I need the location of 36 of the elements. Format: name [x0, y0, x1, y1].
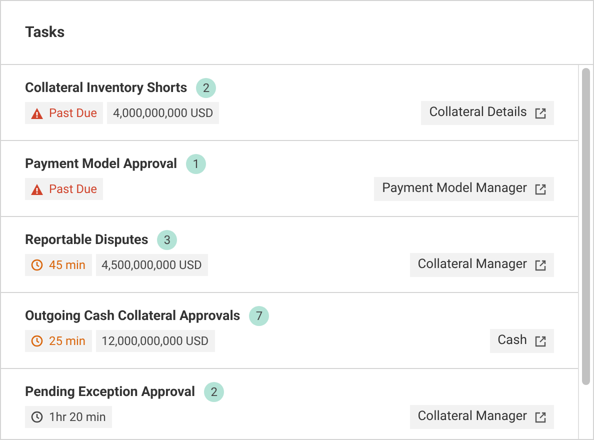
status-text: Past Due — [49, 105, 97, 122]
external-link-icon — [535, 184, 546, 194]
panel-title: Tasks — [25, 22, 65, 44]
count-badge: 7 — [249, 306, 270, 326]
link-button[interactable]: Payment Model Manager — [374, 177, 554, 201]
external-link-icon — [535, 412, 546, 422]
link-button[interactable]: Cash — [490, 329, 554, 353]
clock-icon — [31, 259, 43, 271]
count-badge: 3 — [157, 230, 178, 250]
link-button[interactable]: Collateral Manager — [410, 253, 554, 277]
task-title: Payment Model Approval — [25, 154, 178, 174]
clock-icon — [31, 411, 43, 423]
warning-icon — [31, 108, 43, 118]
status-text: 25 min — [49, 333, 86, 350]
status-text: Past Due — [49, 181, 97, 198]
status-text: 45 min — [49, 257, 86, 274]
external-link-icon — [535, 336, 546, 346]
amount-tag: 12,000,000,000 USD — [96, 330, 215, 352]
count-badge: 2 — [204, 382, 224, 402]
amount-tag: 4,000,000,000 USD — [106, 102, 220, 124]
clock-icon — [31, 335, 43, 347]
task-title: Pending Exception Approval — [25, 382, 196, 402]
status-text: 1hr 20 min — [49, 409, 106, 426]
external-link-icon — [535, 260, 546, 270]
count-badge: 2 — [196, 78, 216, 98]
count-badge: 1 — [186, 154, 206, 174]
task-title: Outgoing Cash Collateral Approvals — [25, 306, 240, 326]
link-button[interactable]: Collateral Manager — [410, 405, 554, 429]
task-title: Collateral Inventory Shorts — [25, 78, 188, 98]
link-button[interactable]: Collateral Details — [421, 101, 554, 125]
task-title: Reportable Disputes — [25, 230, 148, 250]
scrollbar[interactable] — [578, 65, 593, 439]
external-link-icon — [535, 108, 546, 118]
scrollbar-thumb[interactable] — [582, 68, 590, 385]
amount-tag: 4,500,000,000 USD — [96, 254, 208, 276]
warning-icon — [31, 184, 43, 194]
